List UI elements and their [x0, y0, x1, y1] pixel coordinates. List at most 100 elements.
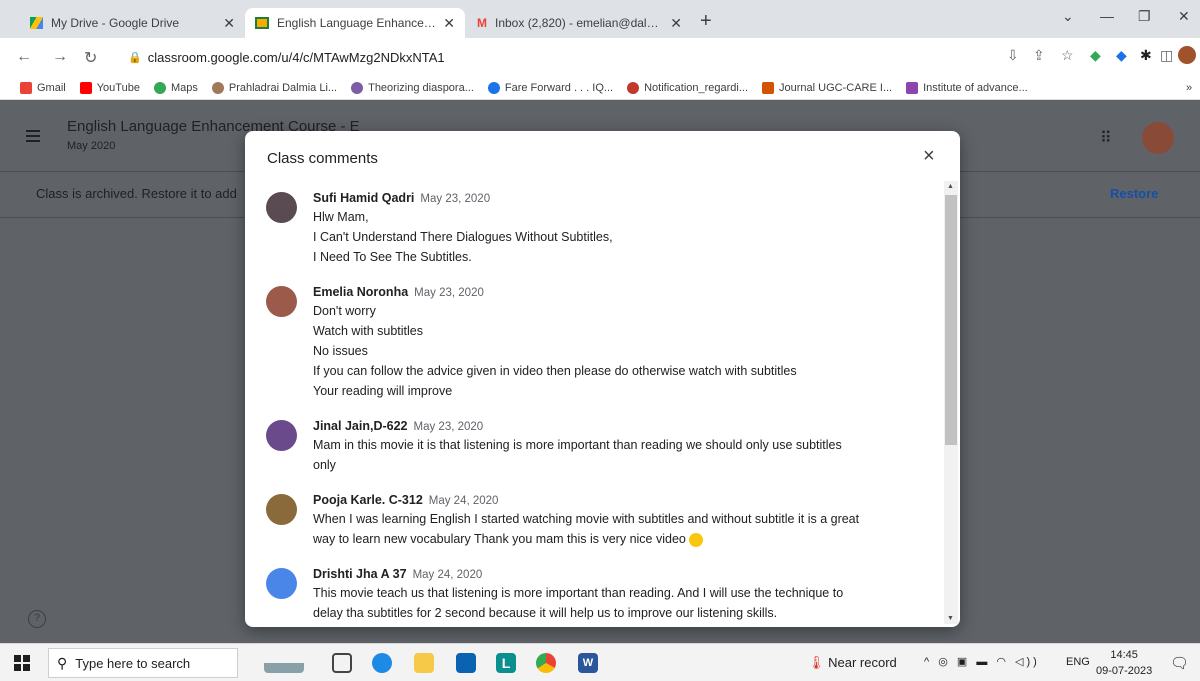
taskbar-search-box[interactable]: ⚲ Type here to search [48, 648, 238, 678]
comment-text: No issues [313, 344, 368, 358]
profile-avatar[interactable] [1178, 46, 1196, 64]
scroll-up-arrow-icon[interactable]: ▲ [947, 183, 954, 190]
comment-text: Watch with subtitles [313, 324, 423, 338]
system-tray-icons[interactable]: ^ ◎ ▣ ▬ ◠ ◁)) [924, 655, 1040, 668]
avatar [266, 568, 297, 599]
windows-taskbar: ⚲ Type here to search L W 🌡 Near record … [0, 643, 1200, 681]
new-tab-button[interactable]: + [700, 10, 712, 33]
close-icon[interactable]: ✕ [443, 15, 455, 32]
app-l-icon[interactable]: L [496, 653, 516, 673]
tab-search-icon[interactable]: ⌄ [1062, 8, 1074, 25]
window-close-button[interactable]: ✕ [1178, 8, 1190, 25]
bookmark-item[interactable]: Prahladrai Dalmia Li... [211, 81, 338, 94]
back-icon[interactable]: ← [16, 48, 32, 66]
comment-date: May 23, 2020 [414, 287, 484, 299]
comment-item: Emelia Noronha May 23, 2020 Don't worry W… [245, 284, 943, 401]
close-icon[interactable]: × [923, 145, 935, 168]
class-comments-dialog: Class comments × Sufi Hamid Qadri May 23,… [245, 131, 960, 627]
scrollbar[interactable]: ▲ ▼ [944, 181, 958, 624]
url-text: classroom.google.com/u/4/c/MTAwMzg2NDkxN… [147, 49, 445, 65]
minimize-button[interactable]: — [1100, 8, 1114, 24]
mail-icon[interactable] [456, 653, 476, 673]
comment-text: Mam in this movie it is that listening i… [313, 438, 842, 452]
address-toolbar: ← → ↻ 🔒 classroom.google.com/u/4/c/MTAwM… [0, 38, 1200, 76]
url-bar[interactable]: 🔒 classroom.google.com/u/4/c/MTAwMzg2NDk… [118, 44, 998, 70]
search-placeholder: Type here to search [75, 655, 191, 671]
tab-classroom[interactable]: English Language Enhancement ✕ [245, 8, 465, 38]
comment-date: May 24, 2020 [428, 495, 499, 507]
bookmarks-bar: Gmail YouTube Maps Prahladrai Dalmia Li.… [0, 76, 1200, 100]
hamburger-menu-icon[interactable] [26, 130, 40, 145]
comment-author: Pooja Karle. C-312 [313, 493, 423, 507]
task-view-icon[interactable] [332, 653, 352, 673]
comment-text: This movie teach us that listening is mo… [313, 586, 844, 600]
extensions-puzzle-icon[interactable]: ✱ [1140, 47, 1152, 64]
comment-text: I Can't Understand There Dialogues Witho… [313, 230, 613, 244]
comment-text: Hlw Mam, [313, 210, 369, 224]
site-icon [906, 81, 919, 94]
comment-item: Jinal Jain,D-622 May 23, 2020 Mam in this… [245, 418, 943, 475]
scroll-down-arrow-icon[interactable]: ▼ [947, 615, 954, 622]
thermometer-icon: 🌡 [808, 655, 825, 670]
tab-title: Inbox (2,820) - emelian@dalmiali [495, 16, 665, 30]
weather-widget[interactable]: 🌡 Near record [808, 655, 897, 671]
bookmark-item[interactable]: Notification_regardi... [627, 81, 748, 94]
comment-text: way to learn new vocabulary Thank you ma… [313, 532, 686, 546]
clock[interactable]: 14:45 09-07-2023 [1096, 647, 1152, 679]
more-bookmarks-icon[interactable]: » [1186, 82, 1192, 94]
notification-icon[interactable]: 🗨 [1170, 654, 1189, 672]
site-icon [627, 81, 640, 94]
google-drive-icon [30, 17, 43, 29]
tab-title: My Drive - Google Drive [51, 16, 180, 30]
clock-time: 14:45 [1110, 649, 1138, 661]
install-app-icon[interactable]: ⇩ [1007, 47, 1019, 64]
tab-gmail[interactable]: M Inbox (2,820) - emelian@dalmiali ✕ [467, 8, 692, 38]
bookmark-maps[interactable]: Maps [153, 81, 198, 94]
bookmark-gmail[interactable]: Gmail [20, 81, 66, 94]
extension-icon[interactable]: ◆ [1116, 47, 1127, 64]
edge-browser-icon[interactable] [372, 653, 392, 673]
bookmark-label: Prahladrai Dalmia Li... [228, 81, 338, 94]
file-explorer-icon[interactable] [414, 653, 434, 673]
search-icon: ⚲ [57, 654, 68, 671]
bookmark-item[interactable]: Journal UGC-CARE I... [762, 81, 892, 94]
comment-author: Sufi Hamid Qadri [313, 191, 415, 205]
restore-button[interactable]: Restore [1110, 186, 1158, 201]
bookmark-item[interactable]: Theorizing diaspora... [351, 81, 474, 94]
bookmark-youtube[interactable]: YouTube [79, 81, 140, 94]
weather-scene-icon[interactable] [264, 653, 304, 673]
comment-text: When I was learning English I started wa… [313, 512, 860, 526]
tab-title: English Language Enhancement [277, 16, 438, 30]
avatar [266, 192, 297, 223]
banner-text: Class is archived. Restore it to add [36, 186, 237, 201]
help-icon[interactable]: ? [28, 610, 46, 628]
forward-icon[interactable]: → [52, 48, 68, 66]
windows-start-icon[interactable] [14, 655, 30, 671]
bookmark-star-icon[interactable]: ☆ [1061, 47, 1074, 64]
account-avatar[interactable] [1142, 122, 1174, 154]
scrollbar-thumb[interactable] [945, 195, 957, 445]
comment-author: Jinal Jain,D-622 [313, 419, 408, 433]
bookmark-item[interactable]: Institute of advance... [906, 81, 1028, 94]
maximize-button[interactable]: ❐ [1138, 8, 1151, 25]
site-icon [351, 81, 364, 94]
share-icon[interactable]: ⇪ [1033, 47, 1045, 64]
language-indicator[interactable]: ENG [1066, 656, 1090, 668]
tab-my-drive[interactable]: My Drive - Google Drive ✕ [20, 8, 245, 38]
classroom-icon [255, 17, 269, 29]
bookmark-item[interactable]: Fare Forward . . . IQ... [487, 81, 613, 94]
close-icon[interactable]: ✕ [223, 15, 235, 32]
apps-grid-icon[interactable]: ⠿ [1100, 128, 1112, 148]
chrome-icon[interactable] [536, 653, 556, 673]
comment-text: Your reading will improve [313, 384, 453, 398]
word-icon[interactable]: W [578, 653, 598, 673]
extension-icon[interactable]: ◆ [1090, 47, 1101, 64]
bookmark-label: Maps [170, 81, 198, 94]
gmail-icon [20, 81, 32, 94]
close-icon[interactable]: ✕ [670, 15, 682, 32]
weather-text: Near record [828, 655, 897, 670]
side-panel-icon[interactable]: ◫ [1160, 47, 1173, 64]
reload-icon[interactable]: ↻ [84, 48, 97, 68]
comment-line: way to learn new vocabulary Thank you ma… [313, 530, 933, 549]
avatar [266, 420, 297, 451]
